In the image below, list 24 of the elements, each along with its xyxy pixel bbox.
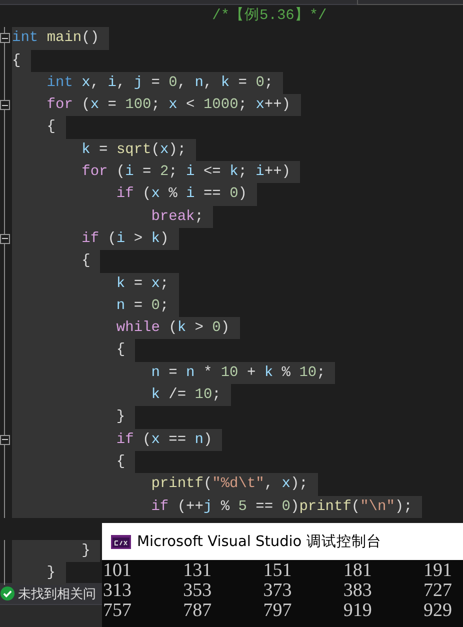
window-title: Microsoft Visual Studio 调试控制台 [137,533,382,551]
collapse-icon[interactable] [0,100,10,110]
output-number: 383 [342,581,373,601]
output-number: 131 [182,561,213,581]
output-number: 313 [102,581,132,601]
output-number: 727 [422,581,453,601]
output-number: 181 [342,561,373,581]
code-line: /*【例5.36】*/ [211,6,328,26]
check-icon [0,586,15,601]
collapse-icon[interactable] [0,234,10,244]
output-number: 919 [342,601,373,621]
output-number: 797 [262,601,293,621]
output-number: 353 [182,581,213,601]
collapse-icon[interactable] [0,434,10,445]
console-app-icon [111,534,131,548]
output-number: 151 [262,561,293,581]
output-number: 929 [422,601,453,621]
collapse-icon[interactable] [0,33,10,44]
output-number: 191 [422,561,453,581]
output-number: 373 [262,581,293,601]
output-number: 787 [182,601,213,621]
output-number: 757 [102,601,132,621]
status-message: 未找到相关问 [18,586,96,602]
output-number: 101 [102,561,132,581]
